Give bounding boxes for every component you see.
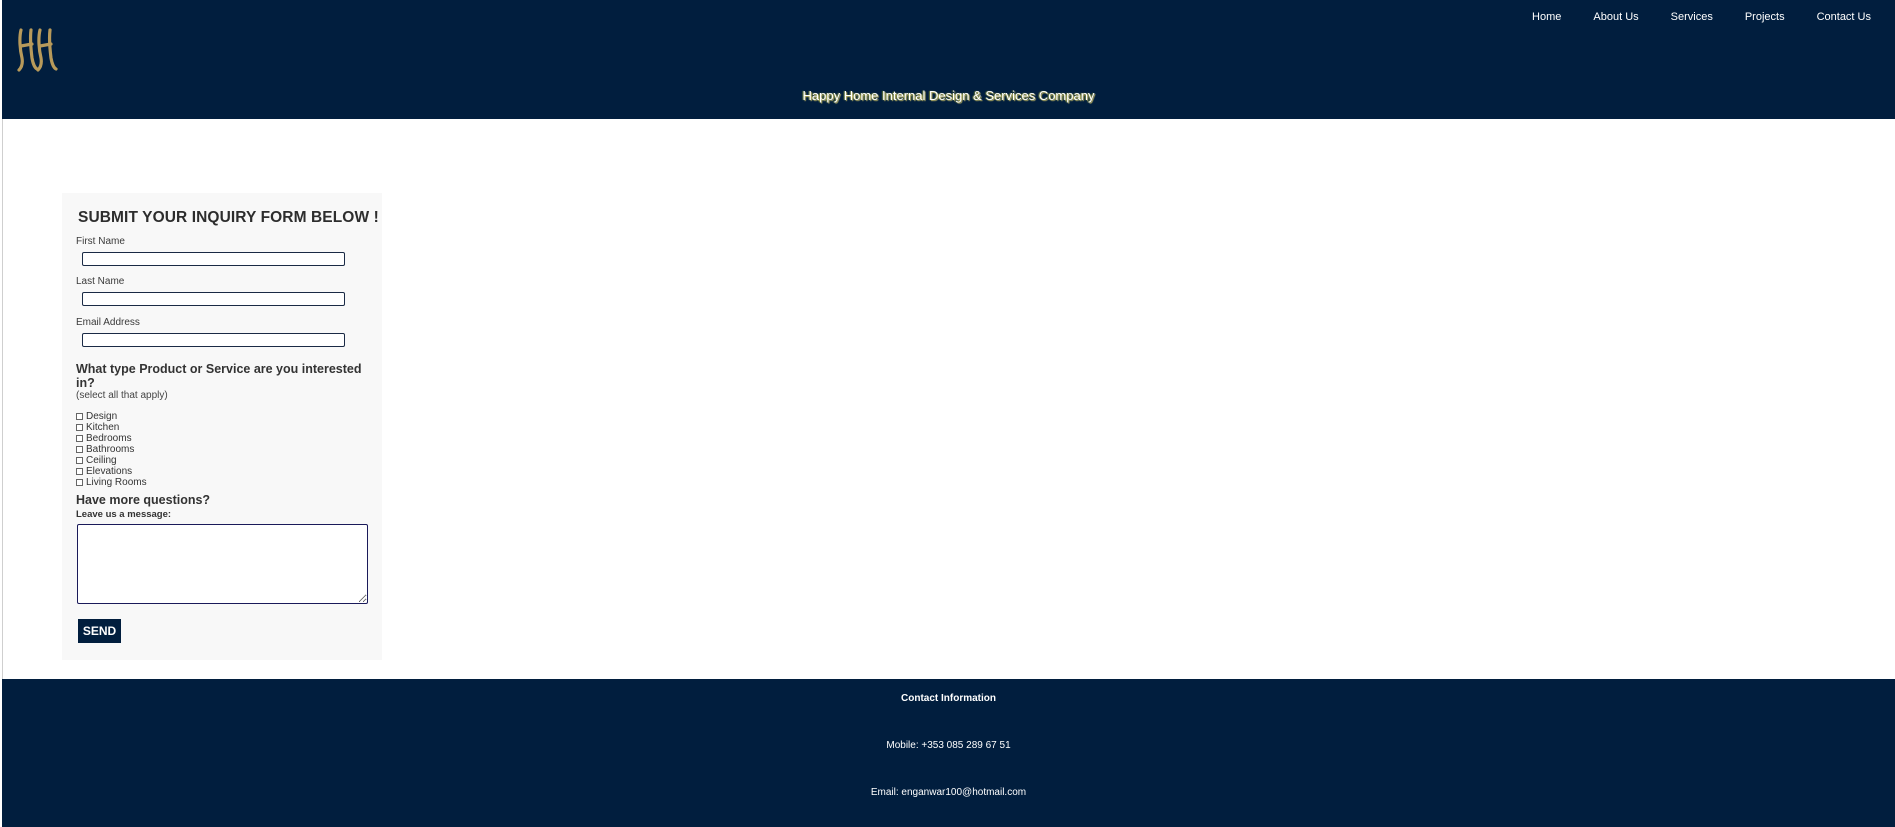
- service-options: Design Kitchen Bedrooms Bathrooms Ceilin…: [76, 411, 147, 488]
- option-label: Kitchen: [86, 422, 120, 433]
- email-address[interactable]: Email: enganwar100@hotmail.com: [2, 787, 1895, 798]
- email-label: Email Address: [76, 317, 140, 328]
- main-nav: Home About Us Services Projects Contact …: [1516, 11, 1875, 23]
- email-field[interactable]: [82, 333, 345, 347]
- nav-projects-link[interactable]: Projects: [1729, 11, 1801, 23]
- checkbox[interactable]: [76, 468, 83, 475]
- service-question: What type Product or Service are you int…: [76, 362, 362, 390]
- mobile-number: Mobile: +353 085 289 67 51: [886, 740, 1011, 751]
- first-name-label: First Name: [76, 236, 125, 247]
- nav-about-us-link[interactable]: About Us: [1577, 11, 1654, 23]
- checkbox[interactable]: [76, 413, 83, 420]
- option-ceiling[interactable]: Ceiling: [76, 455, 147, 466]
- nav-services-link[interactable]: Services: [1655, 11, 1729, 23]
- company-tagline: Happy Home Internal Design & Services Co…: [802, 88, 1095, 103]
- nav-home-link[interactable]: Home: [1516, 11, 1577, 23]
- checkbox[interactable]: [76, 435, 83, 442]
- message-textarea[interactable]: [77, 524, 368, 604]
- checkbox[interactable]: [76, 424, 83, 431]
- inquiry-form: SUBMIT YOUR INQUIRY FORM BELOW ! First N…: [62, 193, 382, 660]
- option-label: Design: [86, 411, 118, 422]
- option-bathrooms[interactable]: Bathrooms: [76, 444, 147, 455]
- site-header: Home About Us Services Projects Contact …: [2, 0, 1895, 119]
- send-button[interactable]: SEND: [78, 619, 121, 643]
- nav-contact-us-link[interactable]: Contact Us: [1801, 11, 1875, 23]
- option-design[interactable]: Design: [76, 411, 147, 422]
- checkbox[interactable]: [76, 446, 83, 453]
- select-hint: (select all that apply): [76, 390, 168, 401]
- message-label: Leave us a message:: [76, 509, 172, 520]
- contact-info-title: Contact Information: [901, 693, 996, 704]
- checkbox[interactable]: [76, 457, 83, 464]
- option-kitchen[interactable]: Kitchen: [76, 422, 147, 433]
- more-questions-heading: Have more questions?: [76, 493, 211, 507]
- option-living-rooms[interactable]: Living Rooms: [76, 477, 147, 488]
- last-name-label: Last Name: [76, 276, 125, 287]
- option-label: Ceiling: [86, 455, 117, 466]
- option-bedrooms[interactable]: Bedrooms: [76, 433, 147, 444]
- first-name-field[interactable]: [82, 252, 345, 266]
- option-label: Bedrooms: [86, 433, 132, 444]
- site-footer: Contact Information Mobile: +353 085 289…: [2, 679, 1895, 827]
- option-elevations[interactable]: Elevations: [76, 466, 147, 477]
- option-label: Living Rooms: [86, 477, 147, 488]
- option-label: Bathrooms: [86, 444, 135, 455]
- form-title: SUBMIT YOUR INQUIRY FORM BELOW !: [78, 209, 379, 226]
- option-label: Elevations: [86, 466, 133, 477]
- hh-logo-icon[interactable]: [16, 24, 58, 72]
- last-name-field[interactable]: [82, 292, 345, 306]
- checkbox[interactable]: [76, 479, 83, 486]
